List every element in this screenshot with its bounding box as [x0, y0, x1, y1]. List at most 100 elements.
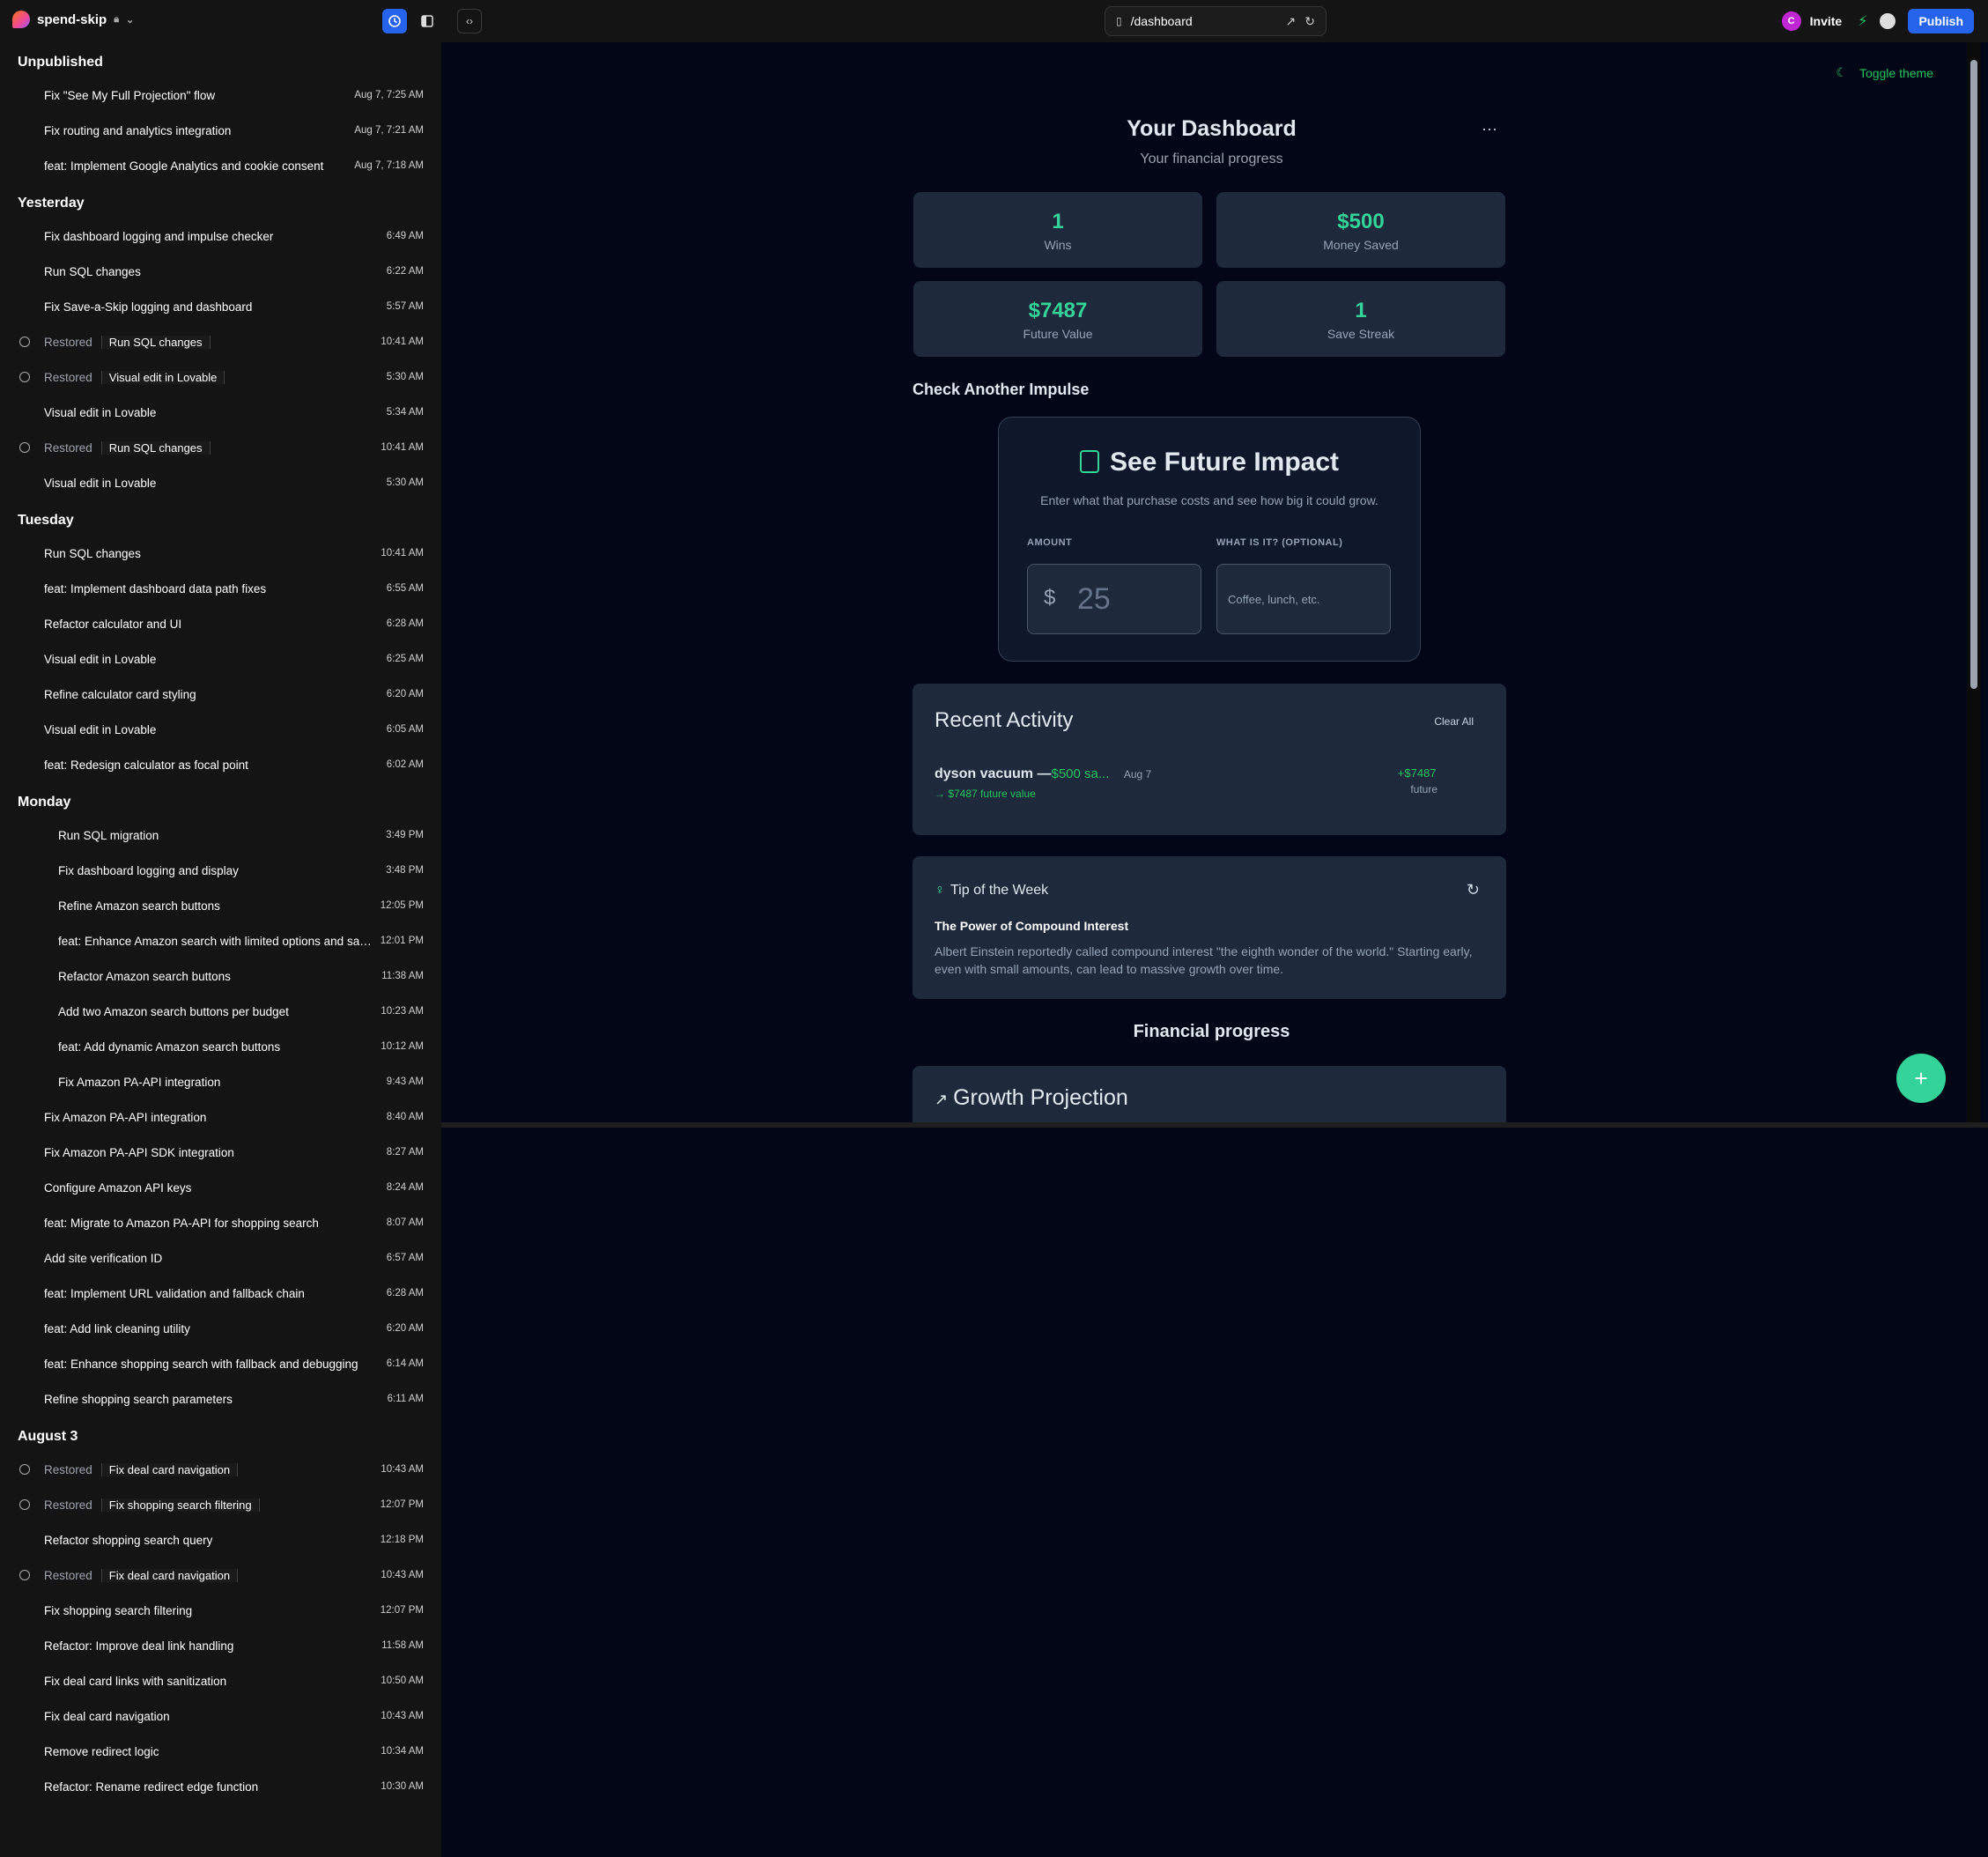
history-item-time: 12:01 PM — [380, 936, 424, 946]
restore-icon — [19, 442, 30, 453]
clear-all-button[interactable]: Clear All — [1434, 715, 1474, 728]
what-input[interactable]: Coffee, lunch, etc. — [1216, 564, 1391, 634]
history-item[interactable]: Refactor shopping search query 12:18 PM — [0, 1522, 441, 1557]
history-item[interactable]: Visual edit in Lovable 5:34 AM — [0, 395, 441, 430]
preview-scrollbar[interactable] — [1967, 42, 1981, 1122]
history-item[interactable]: feat: Add link cleaning utility 6:20 AM — [0, 1311, 441, 1346]
open-external-icon[interactable]: ↗ — [1286, 14, 1297, 29]
history-item-time: 10:41 AM — [381, 442, 424, 453]
more-icon[interactable]: ··· — [1482, 120, 1497, 138]
history-item-time: 11:58 AM — [381, 1640, 424, 1651]
history-item[interactable]: Refine shopping search parameters 6:11 AM — [0, 1381, 441, 1417]
lightbulb-icon: ♀ — [935, 883, 945, 898]
history-item-label: Fix dashboard logging and display — [58, 863, 239, 877]
history-item[interactable]: Run SQL migration 3:49 PM — [0, 818, 441, 853]
history-item[interactable]: feat: Redesign calculator as focal point… — [0, 747, 441, 782]
history-item[interactable]: Refactor: Improve deal link handling 11:5… — [0, 1628, 441, 1663]
history-item[interactable]: Add two Amazon search buttons per budget… — [0, 994, 441, 1029]
calculator-title: See Future Impact — [1109, 448, 1340, 477]
invite-button[interactable]: Invite — [1810, 14, 1843, 28]
history-item-time: 12:07 PM — [380, 1605, 424, 1616]
history-item-label: Refactor: Rename redirect edge function — [44, 1779, 259, 1794]
history-button[interactable] — [382, 9, 407, 33]
stat-save-streak: 1 Save Streak — [1216, 281, 1505, 357]
history-item[interactable]: Configure Amazon API keys 8:24 AM — [0, 1170, 441, 1205]
history-item[interactable]: Refactor: Rename redirect edge function 1… — [0, 1769, 441, 1804]
history-item[interactable]: Run SQL changes 6:22 AM — [0, 254, 441, 289]
sidebar-toggle-button[interactable] — [415, 9, 440, 33]
history-item[interactable]: Refine calculator card styling 6:20 AM — [0, 677, 441, 712]
recent-activity-card: Recent Activity Clear All dyson vacuum —… — [913, 684, 1506, 835]
history-item[interactable]: Refactor calculator and UI 6:28 AM — [0, 606, 441, 641]
history-item[interactable]: Fix shopping search filtering 12:07 PM — [0, 1593, 441, 1628]
history-item-restored[interactable]: Restored Visual edit in Lovable 5:30 AM — [0, 359, 441, 395]
history-item[interactable]: Fix dashboard logging and impulse checke… — [0, 218, 441, 254]
financial-progress-heading: Financial progress — [1133, 1022, 1290, 1041]
history-item[interactable]: Refactor Amazon search buttons 11:38 AM — [0, 958, 441, 994]
github-icon[interactable] — [1880, 13, 1896, 29]
history-group-heading: Tuesday — [18, 513, 74, 528]
activity-future-label: future — [1410, 783, 1437, 795]
history-item[interactable]: feat: Add dynamic Amazon search buttons 1… — [0, 1029, 441, 1064]
history-item-label: Add site verification ID — [44, 1251, 163, 1265]
code-button[interactable]: ‹› — [457, 9, 482, 33]
history-item-label: Fix shopping search filtering — [100, 1498, 260, 1512]
history-item-label: Refine shopping search parameters — [44, 1392, 233, 1406]
history-item[interactable]: feat: Implement dashboard data path fixe… — [0, 571, 441, 606]
history-item[interactable]: Visual edit in Lovable 6:05 AM — [0, 712, 441, 747]
history-item-restored[interactable]: Restored Fix deal card navigation 10:43 AM — [0, 1452, 441, 1487]
history-item-restored[interactable]: Restored Run SQL changes 10:41 AM — [0, 430, 441, 465]
history-item[interactable]: feat: Enhance Amazon search with limited… — [0, 923, 441, 958]
history-item-time: 6:02 AM — [386, 759, 424, 770]
history-item-time: 6:20 AM — [386, 1323, 424, 1334]
history-item[interactable]: Run SQL changes 10:41 AM — [0, 536, 441, 571]
url-text: /dashboard — [1130, 14, 1193, 28]
history-item[interactable]: Fix Amazon PA-API integration 8:40 AM — [0, 1099, 441, 1135]
history-item[interactable]: Fix deal card navigation 10:43 AM — [0, 1698, 441, 1734]
refresh-tip-icon[interactable]: ↻ — [1467, 881, 1480, 899]
history-item[interactable]: Fix routing and analytics integration Aug… — [0, 113, 441, 148]
restored-label: Restored — [44, 1498, 92, 1512]
history-item[interactable]: Fix Amazon PA-API SDK integration 8:27 AM — [0, 1135, 441, 1170]
history-item-time: 6:49 AM — [386, 231, 424, 241]
restore-icon — [19, 372, 30, 382]
url-bar[interactable]: ▯ /dashboard ↗ ↻ — [1105, 6, 1327, 36]
history-item[interactable]: Remove redirect logic 10:34 AM — [0, 1734, 441, 1769]
toggle-theme-button[interactable]: ☾ Toggle theme — [1836, 65, 1933, 80]
refresh-icon[interactable]: ↻ — [1304, 14, 1315, 29]
history-item[interactable]: Add site verification ID 6:57 AM — [0, 1240, 441, 1276]
history-item-time: 6:22 AM — [386, 266, 424, 277]
history-item[interactable]: Visual edit in Lovable 5:30 AM — [0, 465, 441, 500]
history-item[interactable]: Fix dashboard logging and display 3:48 PM — [0, 853, 441, 888]
restore-icon — [19, 1499, 30, 1510]
history-item[interactable]: feat: Enhance shopping search with fallb… — [0, 1346, 441, 1381]
publish-button[interactable]: Publish — [1908, 9, 1974, 33]
scrollbar-thumb[interactable] — [1970, 60, 1977, 689]
history-item-time: 6:28 AM — [386, 618, 424, 629]
history-item[interactable]: Visual edit in Lovable 6:25 AM — [0, 641, 441, 677]
stat-label: Money Saved — [1323, 238, 1399, 252]
history-item-time: 12:05 PM — [380, 900, 424, 911]
project-switcher[interactable]: spend-skip 🔒︎ ⌄ — [12, 11, 134, 28]
history-item-restored[interactable]: Restored Run SQL changes 10:41 AM — [0, 324, 441, 359]
add-button[interactable]: + — [1896, 1054, 1946, 1103]
activity-item: dyson vacuum —$500 sa... Aug 7 → $7487 f… — [935, 766, 1484, 800]
history-item[interactable]: Fix deal card links with sanitization 10:… — [0, 1663, 441, 1698]
bolt-icon[interactable]: ⚡︎ — [1858, 12, 1867, 30]
history-item-label: feat: Add dynamic Amazon search buttons — [58, 1039, 281, 1054]
history-item[interactable]: Refine Amazon search buttons 12:05 PM — [0, 888, 441, 923]
history-item[interactable]: feat: Migrate to Amazon PA-API for shopp… — [0, 1205, 441, 1240]
history-item-restored[interactable]: Restored Fix shopping search filtering 12:… — [0, 1487, 441, 1522]
stat-future-value: $7487 Future Value — [913, 281, 1202, 357]
history-item-time: 5:57 AM — [386, 301, 424, 312]
amount-input[interactable]: $ 25 — [1027, 564, 1201, 634]
stat-value: 1 — [1052, 210, 1064, 233]
history-item[interactable]: feat: Implement Google Analytics and coo… — [0, 148, 441, 183]
history-item[interactable]: feat: Implement URL validation and fallb… — [0, 1276, 441, 1311]
history-item[interactable]: Fix "See My Full Projection" flow Aug 7, … — [0, 78, 441, 113]
history-item[interactable]: Fix Save-a-Skip logging and dashboard 5:5… — [0, 289, 441, 324]
history-item[interactable]: Fix Amazon PA-API integration 9:43 AM — [0, 1064, 441, 1099]
history-item-restored[interactable]: Restored Fix deal card navigation 10:43 AM — [0, 1557, 441, 1593]
trending-up-icon: ↗ — [935, 1091, 949, 1108]
avatar[interactable]: C — [1781, 11, 1801, 31]
